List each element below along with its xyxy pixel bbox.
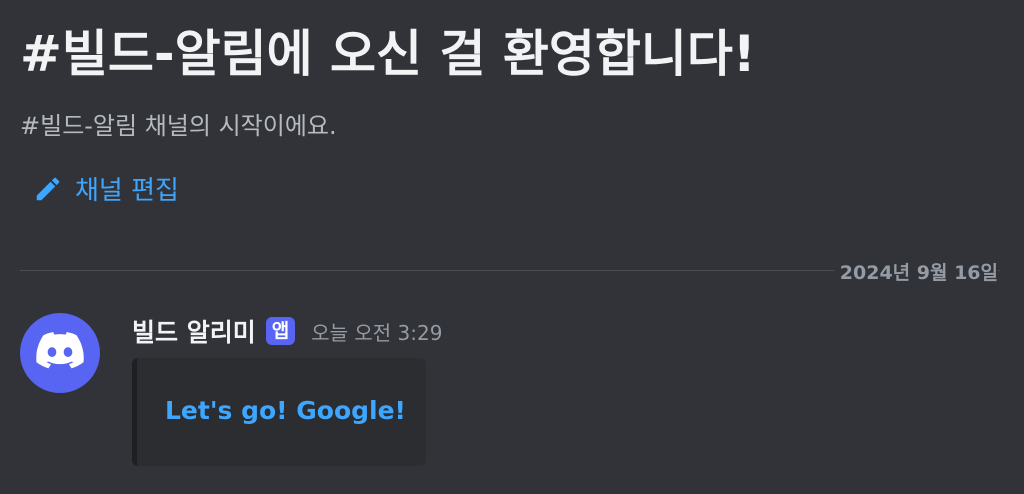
edit-channel-label: 채널 편집 <box>75 176 179 206</box>
date-divider-label: 2024년 9월 16일 <box>833 258 998 285</box>
message-timestamp[interactable]: 오늘 오전 3:29 <box>311 317 442 346</box>
embed-link[interactable]: Let's go! Google! <box>165 396 406 425</box>
pencil-icon <box>33 174 63 204</box>
message-author[interactable]: 빌드 알리미 <box>132 313 256 349</box>
avatar[interactable] <box>20 313 100 393</box>
message-header: 빌드 알리미 앱 오늘 오전 3:29 <box>132 313 442 349</box>
channel-welcome-subtitle: #빌드-알림 채널의 시작이에요. <box>20 112 337 140</box>
message-embed: Let's go! Google! <box>132 358 426 466</box>
channel-welcome-title: #빌드-알림에 오신 걸 환영합니다! <box>20 25 756 83</box>
edit-channel-button[interactable]: 채널 편집 <box>33 170 179 207</box>
app-badge: 앱 <box>265 317 296 345</box>
discord-logo-icon <box>36 332 84 374</box>
